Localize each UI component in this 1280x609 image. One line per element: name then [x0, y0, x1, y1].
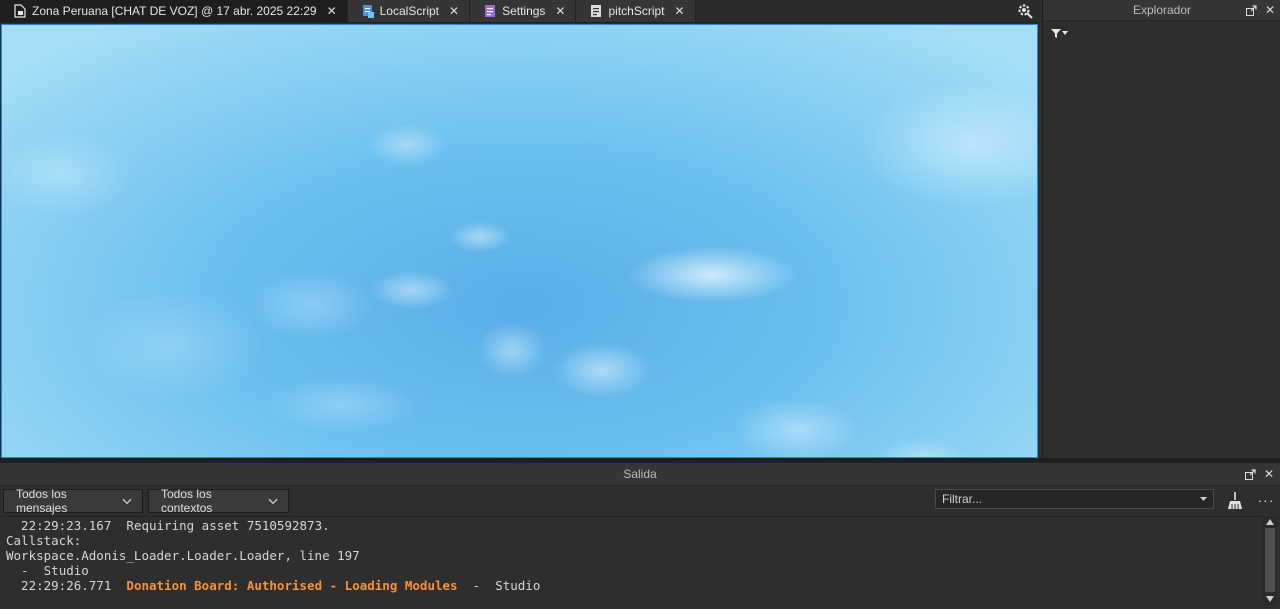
panel-title: Explorador — [1132, 3, 1192, 17]
panel-title: Salida — [623, 467, 657, 481]
close-icon[interactable]: ✕ — [1264, 468, 1274, 480]
log-source: - Studio — [457, 578, 541, 593]
scroll-up-icon[interactable] — [1266, 519, 1274, 525]
more-options-button[interactable]: ··· — [1256, 489, 1276, 511]
log-line: Workspace.Adonis_Loader.Loader.Loader, l… — [0, 548, 1263, 563]
output-panel: Salida ✕ Todos los mensajes Todos los co… — [0, 463, 1280, 609]
tab-label: Zona Peruana [CHAT DE VOZ] @ 17 abr. 202… — [32, 4, 317, 18]
output-log: 22:29:23.167 Requiring asset 7510592873.… — [0, 516, 1263, 608]
tab-label: pitchScript — [608, 4, 665, 18]
tab-settings[interactable]: Settings ✕ — [470, 0, 577, 22]
close-icon[interactable]: ✕ — [449, 5, 459, 17]
close-icon[interactable]: ✕ — [327, 5, 337, 17]
gear-icon — [1018, 4, 1033, 19]
filter-icon — [1051, 29, 1061, 38]
log-timestamp: 22:29:23.167 — [6, 518, 127, 533]
tab-localscript[interactable]: LocalScript ✕ — [347, 0, 471, 22]
log-line: 22:29:23.167 Requiring asset 7510592873. — [0, 518, 1263, 533]
message-type-dropdown[interactable]: Todos los mensajes — [3, 487, 143, 515]
tab-bar-spacer — [696, 0, 1014, 22]
log-message: Requiring asset 7510592873. — [126, 518, 330, 533]
chevron-down-icon — [1062, 31, 1068, 35]
broom-icon — [1228, 492, 1242, 509]
log-message: Workspace.Adonis_Loader.Loader.Loader, l… — [6, 548, 360, 563]
chevron-down-icon — [268, 498, 278, 504]
log-message: Studio — [43, 563, 89, 578]
place-file-icon — [14, 4, 26, 18]
log-message: Callstack: — [6, 533, 82, 548]
caret-down-icon[interactable] — [1200, 497, 1207, 501]
explorer-header: Explorador ✕ — [1043, 0, 1280, 21]
explorer-panel: Explorador ✕ — [1042, 0, 1280, 458]
log-warning-message: Donation Board: Authorised - Loading Mod… — [126, 578, 458, 593]
tab-settings-button[interactable] — [1014, 0, 1036, 22]
scroll-down-icon[interactable] — [1266, 596, 1274, 602]
script-icon — [591, 5, 602, 17]
log-timestamp: 22:29:26.771 — [6, 578, 127, 593]
log-line: - Studio — [0, 563, 1263, 578]
output-header: Salida ✕ — [0, 463, 1280, 486]
filter-input[interactable] — [942, 492, 1200, 506]
log-line: 22:29:26.771 Donation Board: Authorised … — [0, 578, 1263, 593]
module-script-icon — [485, 5, 496, 17]
tab-label: LocalScript — [379, 4, 439, 18]
close-icon[interactable]: ✕ — [555, 5, 565, 17]
close-icon[interactable]: ✕ — [1265, 4, 1275, 16]
clear-output-button[interactable] — [1225, 490, 1245, 512]
log-separator: - — [6, 563, 44, 578]
close-icon[interactable]: ✕ — [675, 5, 685, 17]
studio-window: Zona Peruana [CHAT DE VOZ] @ 17 abr. 202… — [0, 0, 1280, 609]
document-tab-bar: Zona Peruana [CHAT DE VOZ] @ 17 abr. 202… — [0, 0, 1040, 23]
tab-pitchscript[interactable]: pitchScript ✕ — [576, 0, 696, 22]
scrollbar-thumb[interactable] — [1265, 528, 1275, 592]
output-header-buttons: ✕ — [1244, 463, 1274, 485]
undock-icon[interactable] — [1244, 468, 1256, 480]
output-toolbar: Todos los mensajes Todos los contextos F… — [0, 486, 1280, 517]
context-dropdown[interactable]: Todos los contextos — [148, 487, 289, 515]
output-filter-field — [935, 489, 1214, 509]
tab-label: Settings — [502, 4, 546, 18]
log-line: Callstack: — [0, 533, 1263, 548]
dropdown-value: Todos los mensajes — [16, 487, 68, 515]
explorer-filter-button[interactable] — [1051, 28, 1068, 38]
local-script-icon — [362, 5, 374, 18]
tab-place[interactable]: Zona Peruana [CHAT DE VOZ] @ 17 abr. 202… — [0, 0, 348, 22]
dropdown-value: Todos los contextos — [161, 487, 213, 515]
explorer-header-buttons: ✕ — [1245, 0, 1275, 20]
game-viewport[interactable] — [1, 24, 1038, 458]
output-scrollbar[interactable] — [1263, 516, 1277, 605]
undock-icon[interactable] — [1245, 4, 1257, 16]
chevron-down-icon — [122, 498, 132, 504]
